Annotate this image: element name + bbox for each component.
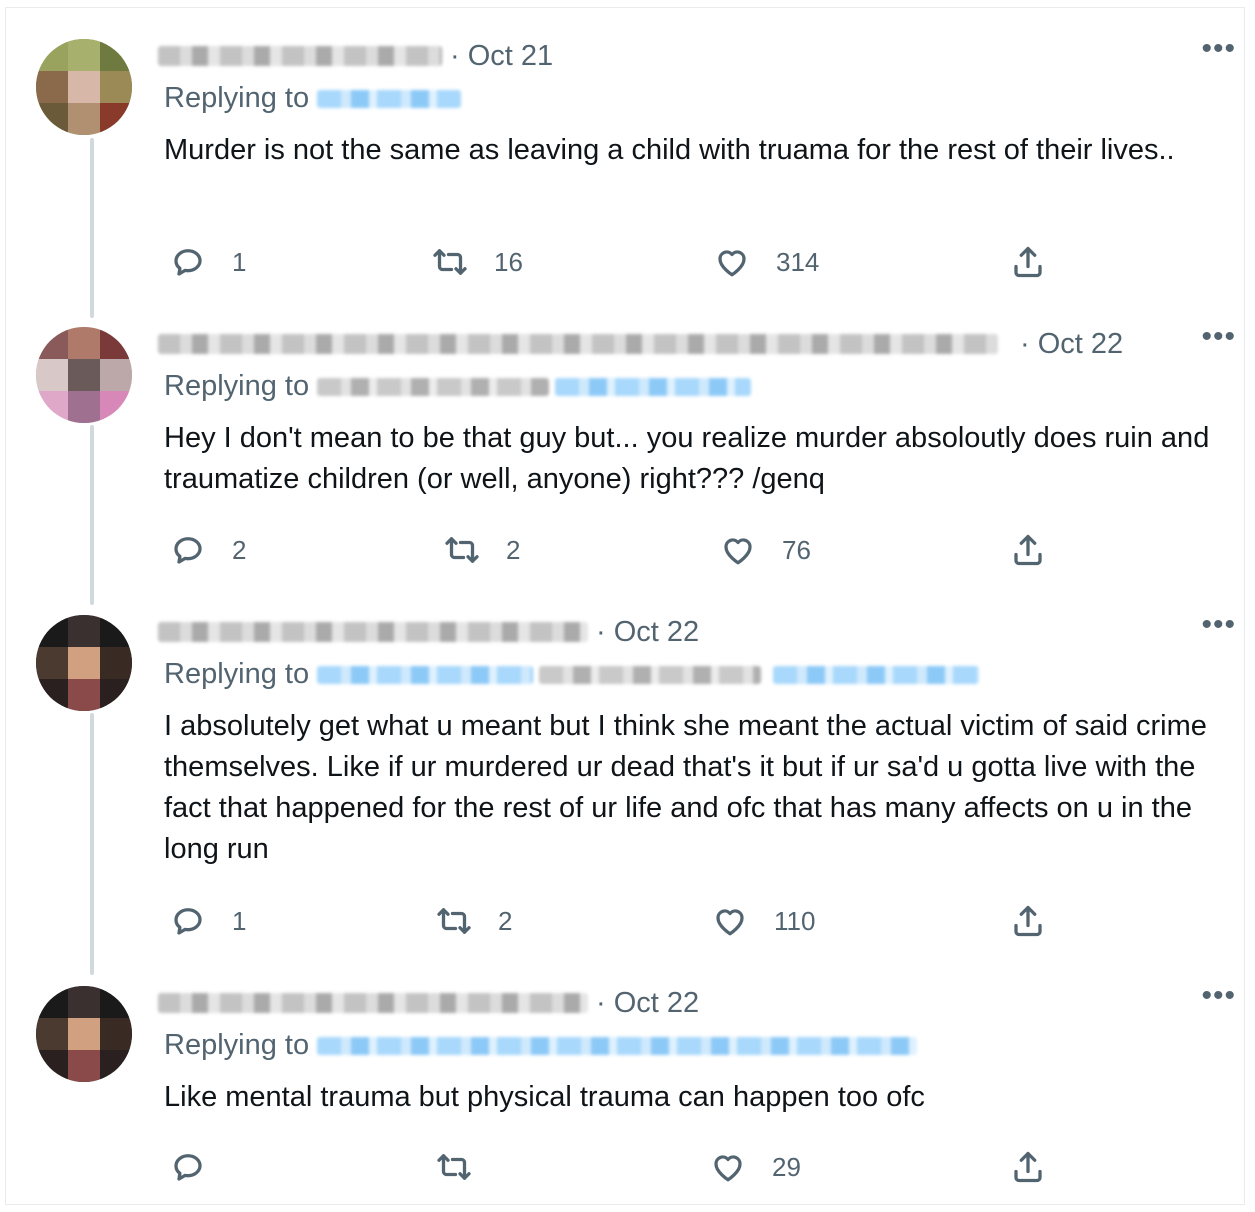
more-icon[interactable]: •••: [1201, 322, 1236, 352]
author-name[interactable]: [158, 334, 998, 354]
tweet-actions: 1 16 314: [164, 242, 1064, 282]
reply-icon: [174, 1154, 202, 1181]
reply-button[interactable]: 1: [170, 242, 246, 282]
avatar[interactable]: [36, 986, 132, 1082]
reply-handle-link[interactable]: [317, 665, 534, 684]
thread-line: [90, 425, 94, 605]
thread-line: [90, 713, 94, 975]
tweet-date[interactable]: · Oct 22: [1020, 328, 1123, 361]
reply-handle-link[interactable]: [317, 89, 462, 108]
more-icon[interactable]: •••: [1201, 981, 1236, 1011]
retweet-icon: [437, 908, 471, 934]
like-button[interactable]: 29: [710, 1147, 801, 1187]
retweet-count: 2: [506, 534, 521, 565]
reply-button[interactable]: 2: [170, 530, 246, 570]
reply-handle-link[interactable]: [773, 665, 980, 684]
tweet-text: Like mental trauma but physical trauma c…: [164, 1081, 925, 1113]
like-button[interactable]: 314: [714, 242, 819, 282]
retweet-button[interactable]: [436, 1147, 498, 1187]
reply-count: 1: [232, 246, 247, 277]
like-count: 110: [774, 905, 816, 936]
share-button[interactable]: [1010, 242, 1046, 282]
tweet-text: Murder is not the same as leaving a chil…: [164, 134, 1175, 166]
tweet-actions: 2 2 76: [164, 530, 1064, 570]
author-name[interactable]: [158, 622, 588, 642]
share-icon: [1014, 246, 1042, 278]
tweet-header: · Oct 22: [158, 981, 1216, 1025]
replying-to: Replying to: [164, 1029, 918, 1062]
tweet-text: I absolutely get what u meant but I thin…: [164, 710, 1207, 865]
reply-button[interactable]: [170, 1147, 232, 1187]
replying-to: Replying to: [164, 658, 980, 691]
reply-count: 1: [232, 905, 247, 936]
like-icon: [714, 1155, 742, 1182]
like-count: 29: [772, 1151, 801, 1182]
like-button[interactable]: 110: [712, 901, 815, 941]
replying-label: Replying to: [164, 370, 310, 402]
author-name[interactable]: [158, 993, 588, 1013]
tweet-date[interactable]: · Oct 22: [596, 987, 699, 1020]
tweet-header: · Oct 21: [158, 34, 1216, 78]
tweet-date[interactable]: · Oct 22: [596, 616, 699, 649]
tweet-header: · Oct 22: [158, 322, 1216, 366]
reply-handle-link[interactable]: [555, 377, 752, 396]
reply-handle-link[interactable]: [317, 377, 550, 396]
like-icon: [718, 250, 746, 277]
retweet-count: 16: [494, 246, 523, 277]
share-button[interactable]: [1010, 1147, 1046, 1187]
reply-thread: · Oct 21 ••• Replying to Murder is not t…: [5, 7, 1245, 1205]
retweet-button[interactable]: 2: [436, 901, 512, 941]
share-button[interactable]: [1010, 901, 1046, 941]
replying-label: Replying to: [164, 82, 310, 114]
thread-line: [90, 138, 94, 318]
tweet-text: Hey I don't mean to be that guy but... y…: [164, 422, 1210, 495]
avatar[interactable]: [36, 615, 132, 711]
replying-label: Replying to: [164, 658, 310, 690]
share-icon: [1014, 1151, 1042, 1183]
retweet-button[interactable]: 16: [432, 242, 523, 282]
tweet-header: · Oct 22: [158, 610, 1216, 654]
share-icon: [1014, 534, 1042, 566]
reply-icon: [174, 249, 202, 276]
tweet-date[interactable]: · Oct 21: [450, 40, 553, 73]
share-button[interactable]: [1010, 530, 1046, 570]
like-count: 314: [776, 246, 820, 277]
like-count: 76: [782, 534, 811, 565]
retweet-count: 2: [498, 905, 513, 936]
like-button[interactable]: 76: [720, 530, 811, 570]
retweet-icon: [433, 249, 467, 275]
replying-to: Replying to: [164, 82, 462, 115]
like-icon: [724, 538, 752, 565]
reply-icon: [174, 537, 202, 564]
reply-handle-link[interactable]: [317, 1036, 918, 1055]
avatar[interactable]: [36, 327, 132, 423]
avatar[interactable]: [36, 39, 132, 135]
reply-count: 2: [232, 534, 247, 565]
like-icon: [716, 909, 744, 936]
reply-icon: [174, 908, 202, 935]
retweet-icon: [437, 1154, 471, 1180]
reply-button[interactable]: 1: [170, 901, 246, 941]
author-name[interactable]: [158, 46, 442, 66]
tweet-actions: 29: [164, 1147, 1064, 1187]
more-icon[interactable]: •••: [1201, 34, 1236, 64]
reply-handle-link[interactable]: [539, 665, 762, 684]
tweet-actions: 1 2 110: [164, 901, 1064, 941]
retweet-icon: [445, 537, 479, 563]
retweet-button[interactable]: 2: [444, 530, 520, 570]
replying-to: Replying to: [164, 370, 752, 403]
replying-label: Replying to: [164, 1029, 310, 1061]
share-icon: [1014, 905, 1042, 937]
more-icon[interactable]: •••: [1201, 610, 1236, 640]
